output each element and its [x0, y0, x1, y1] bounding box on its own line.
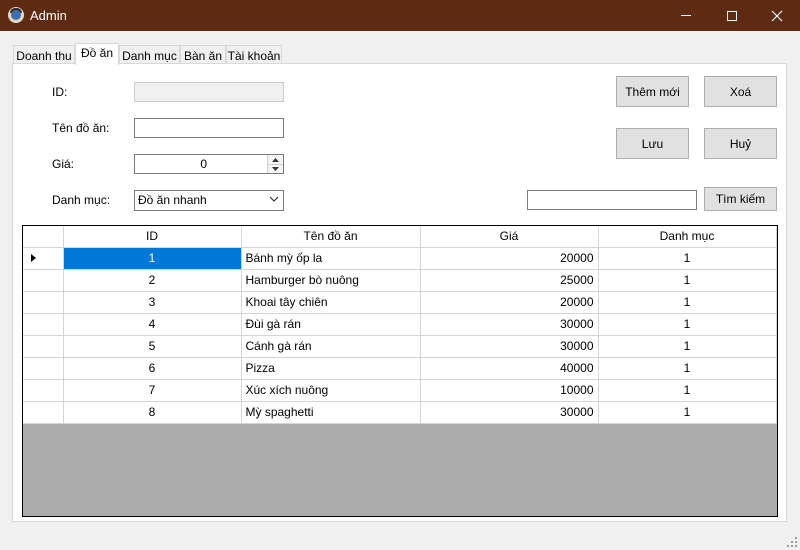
stepper-arrows — [267, 155, 283, 173]
minimize-button[interactable] — [663, 0, 709, 31]
title-bar: Admin — [0, 0, 800, 31]
table-row[interactable]: 8 Mỳ spaghetti 30000 1 — [23, 401, 777, 424]
close-icon — [771, 10, 783, 21]
column-header-category[interactable]: Danh mục — [598, 226, 777, 248]
category-value: Đồ ăn nhanh — [138, 193, 207, 207]
tab-tai-khoan[interactable]: Tài khoản — [226, 45, 282, 64]
table-body: 1 Bánh mỳ ốp la 20000 1 2 Hamburger bò nuông 2… — [23, 247, 777, 424]
cell-price[interactable]: 20000 — [420, 291, 599, 314]
maximize-button[interactable] — [709, 0, 755, 31]
cell-price[interactable]: 20000 — [420, 247, 599, 270]
cell-name[interactable]: Pizza — [241, 357, 421, 380]
save-button[interactable]: Lưu — [616, 128, 689, 159]
name-label: Tên đồ ăn: — [52, 121, 110, 135]
row-header[interactable] — [23, 401, 64, 424]
table-row[interactable]: 6 Pizza 40000 1 — [23, 357, 777, 380]
category-dropdown[interactable]: Đồ ăn nhanh — [134, 190, 284, 211]
table-row[interactable]: 3 Khoai tây chiên 20000 1 — [23, 291, 777, 314]
cell-name[interactable]: Mỳ spaghetti — [241, 401, 421, 424]
cell-id[interactable]: 5 — [63, 335, 242, 358]
name-field[interactable] — [134, 118, 284, 138]
resize-grip-icon[interactable] — [787, 537, 797, 547]
row-pointer-icon — [31, 254, 36, 262]
search-input[interactable] — [527, 190, 697, 210]
tab-doanh-thu[interactable]: Doanh thu — [13, 45, 75, 64]
column-header-price[interactable]: Giá — [420, 226, 599, 248]
app-icon — [8, 7, 24, 23]
cell-name[interactable]: Bánh mỳ ốp la — [241, 247, 421, 270]
table-header-row: ID Tên đồ ăn Giá Danh mục — [23, 226, 777, 248]
cell-category[interactable]: 1 — [598, 357, 777, 380]
cell-category[interactable]: 1 — [598, 313, 777, 336]
close-button[interactable] — [754, 0, 800, 31]
cell-price[interactable]: 30000 — [420, 401, 599, 424]
tab-danh-muc[interactable]: Danh mục — [119, 45, 180, 64]
cell-id[interactable]: 4 — [63, 313, 242, 336]
chevron-down-icon — [269, 196, 279, 202]
row-header[interactable] — [23, 247, 64, 270]
food-table[interactable]: ID Tên đồ ăn Giá Danh mục 1 Bánh mỳ ốp la… — [22, 225, 778, 517]
cell-category[interactable]: 1 — [598, 401, 777, 424]
cell-id[interactable]: 3 — [63, 291, 242, 314]
price-value: 0 — [200, 157, 207, 171]
search-button[interactable]: Tìm kiếm — [704, 187, 777, 211]
tab-do-an[interactable]: Đồ ăn — [75, 43, 119, 65]
cell-id[interactable]: 8 — [63, 401, 242, 424]
cell-price[interactable]: 30000 — [420, 313, 599, 336]
cell-id[interactable]: 2 — [63, 269, 242, 292]
maximize-icon — [727, 10, 737, 21]
cell-name[interactable]: Đùi gà rán — [241, 313, 421, 336]
cell-category[interactable]: 1 — [598, 247, 777, 270]
cell-category[interactable]: 1 — [598, 291, 777, 314]
cell-name[interactable]: Hamburger bò nuông — [241, 269, 421, 292]
id-label: ID: — [52, 85, 68, 99]
price-stepper[interactable]: 0 — [134, 154, 284, 174]
row-header[interactable] — [23, 269, 64, 292]
table-row[interactable]: 2 Hamburger bò nuông 25000 1 — [23, 269, 777, 292]
minimize-icon — [681, 15, 691, 16]
cell-price[interactable]: 10000 — [420, 379, 599, 402]
cell-id[interactable]: 6 — [63, 357, 242, 380]
row-header[interactable] — [23, 357, 64, 380]
cell-price[interactable]: 40000 — [420, 357, 599, 380]
cell-id[interactable]: 1 — [63, 247, 242, 270]
cell-category[interactable]: 1 — [598, 269, 777, 292]
cell-name[interactable]: Xúc xích nuông — [241, 379, 421, 402]
cell-name[interactable]: Cánh gà rán — [241, 335, 421, 358]
price-label: Giá: — [52, 157, 75, 171]
table-row[interactable]: 5 Cánh gà rán 30000 1 — [23, 335, 777, 358]
cell-category[interactable]: 1 — [598, 335, 777, 358]
table-row[interactable]: 4 Đùi gà rán 30000 1 — [23, 313, 777, 336]
cell-id[interactable]: 7 — [63, 379, 242, 402]
stepper-down-button[interactable] — [268, 164, 283, 173]
window-title: Admin — [30, 8, 67, 23]
category-label: Danh mục: — [52, 193, 111, 207]
row-header-corner — [23, 226, 64, 248]
column-header-id[interactable]: ID — [63, 226, 242, 248]
chevron-down-icon — [272, 167, 279, 171]
tab-ban-an[interactable]: Bàn ăn — [180, 45, 226, 64]
add-button[interactable]: Thêm mới — [616, 76, 689, 107]
table-row[interactable]: 7 Xúc xích nuông 10000 1 — [23, 379, 777, 402]
cell-price[interactable]: 25000 — [420, 269, 599, 292]
cancel-button[interactable]: Huỷ — [704, 128, 777, 159]
row-header[interactable] — [23, 335, 64, 358]
cell-category[interactable]: 1 — [598, 379, 777, 402]
delete-button[interactable]: Xoá — [704, 76, 777, 107]
stepper-up-button[interactable] — [268, 155, 283, 164]
cell-price[interactable]: 30000 — [420, 335, 599, 358]
food-table-grid: ID Tên đồ ăn Giá Danh mục 1 Bánh mỳ ốp la… — [23, 226, 777, 424]
table-row[interactable]: 1 Bánh mỳ ốp la 20000 1 — [23, 247, 777, 270]
id-field[interactable] — [134, 82, 284, 102]
column-header-name[interactable]: Tên đồ ăn — [241, 226, 421, 248]
cell-name[interactable]: Khoai tây chiên — [241, 291, 421, 314]
row-header[interactable] — [23, 379, 64, 402]
row-header[interactable] — [23, 291, 64, 314]
chevron-up-icon — [272, 157, 279, 162]
row-header[interactable] — [23, 313, 64, 336]
